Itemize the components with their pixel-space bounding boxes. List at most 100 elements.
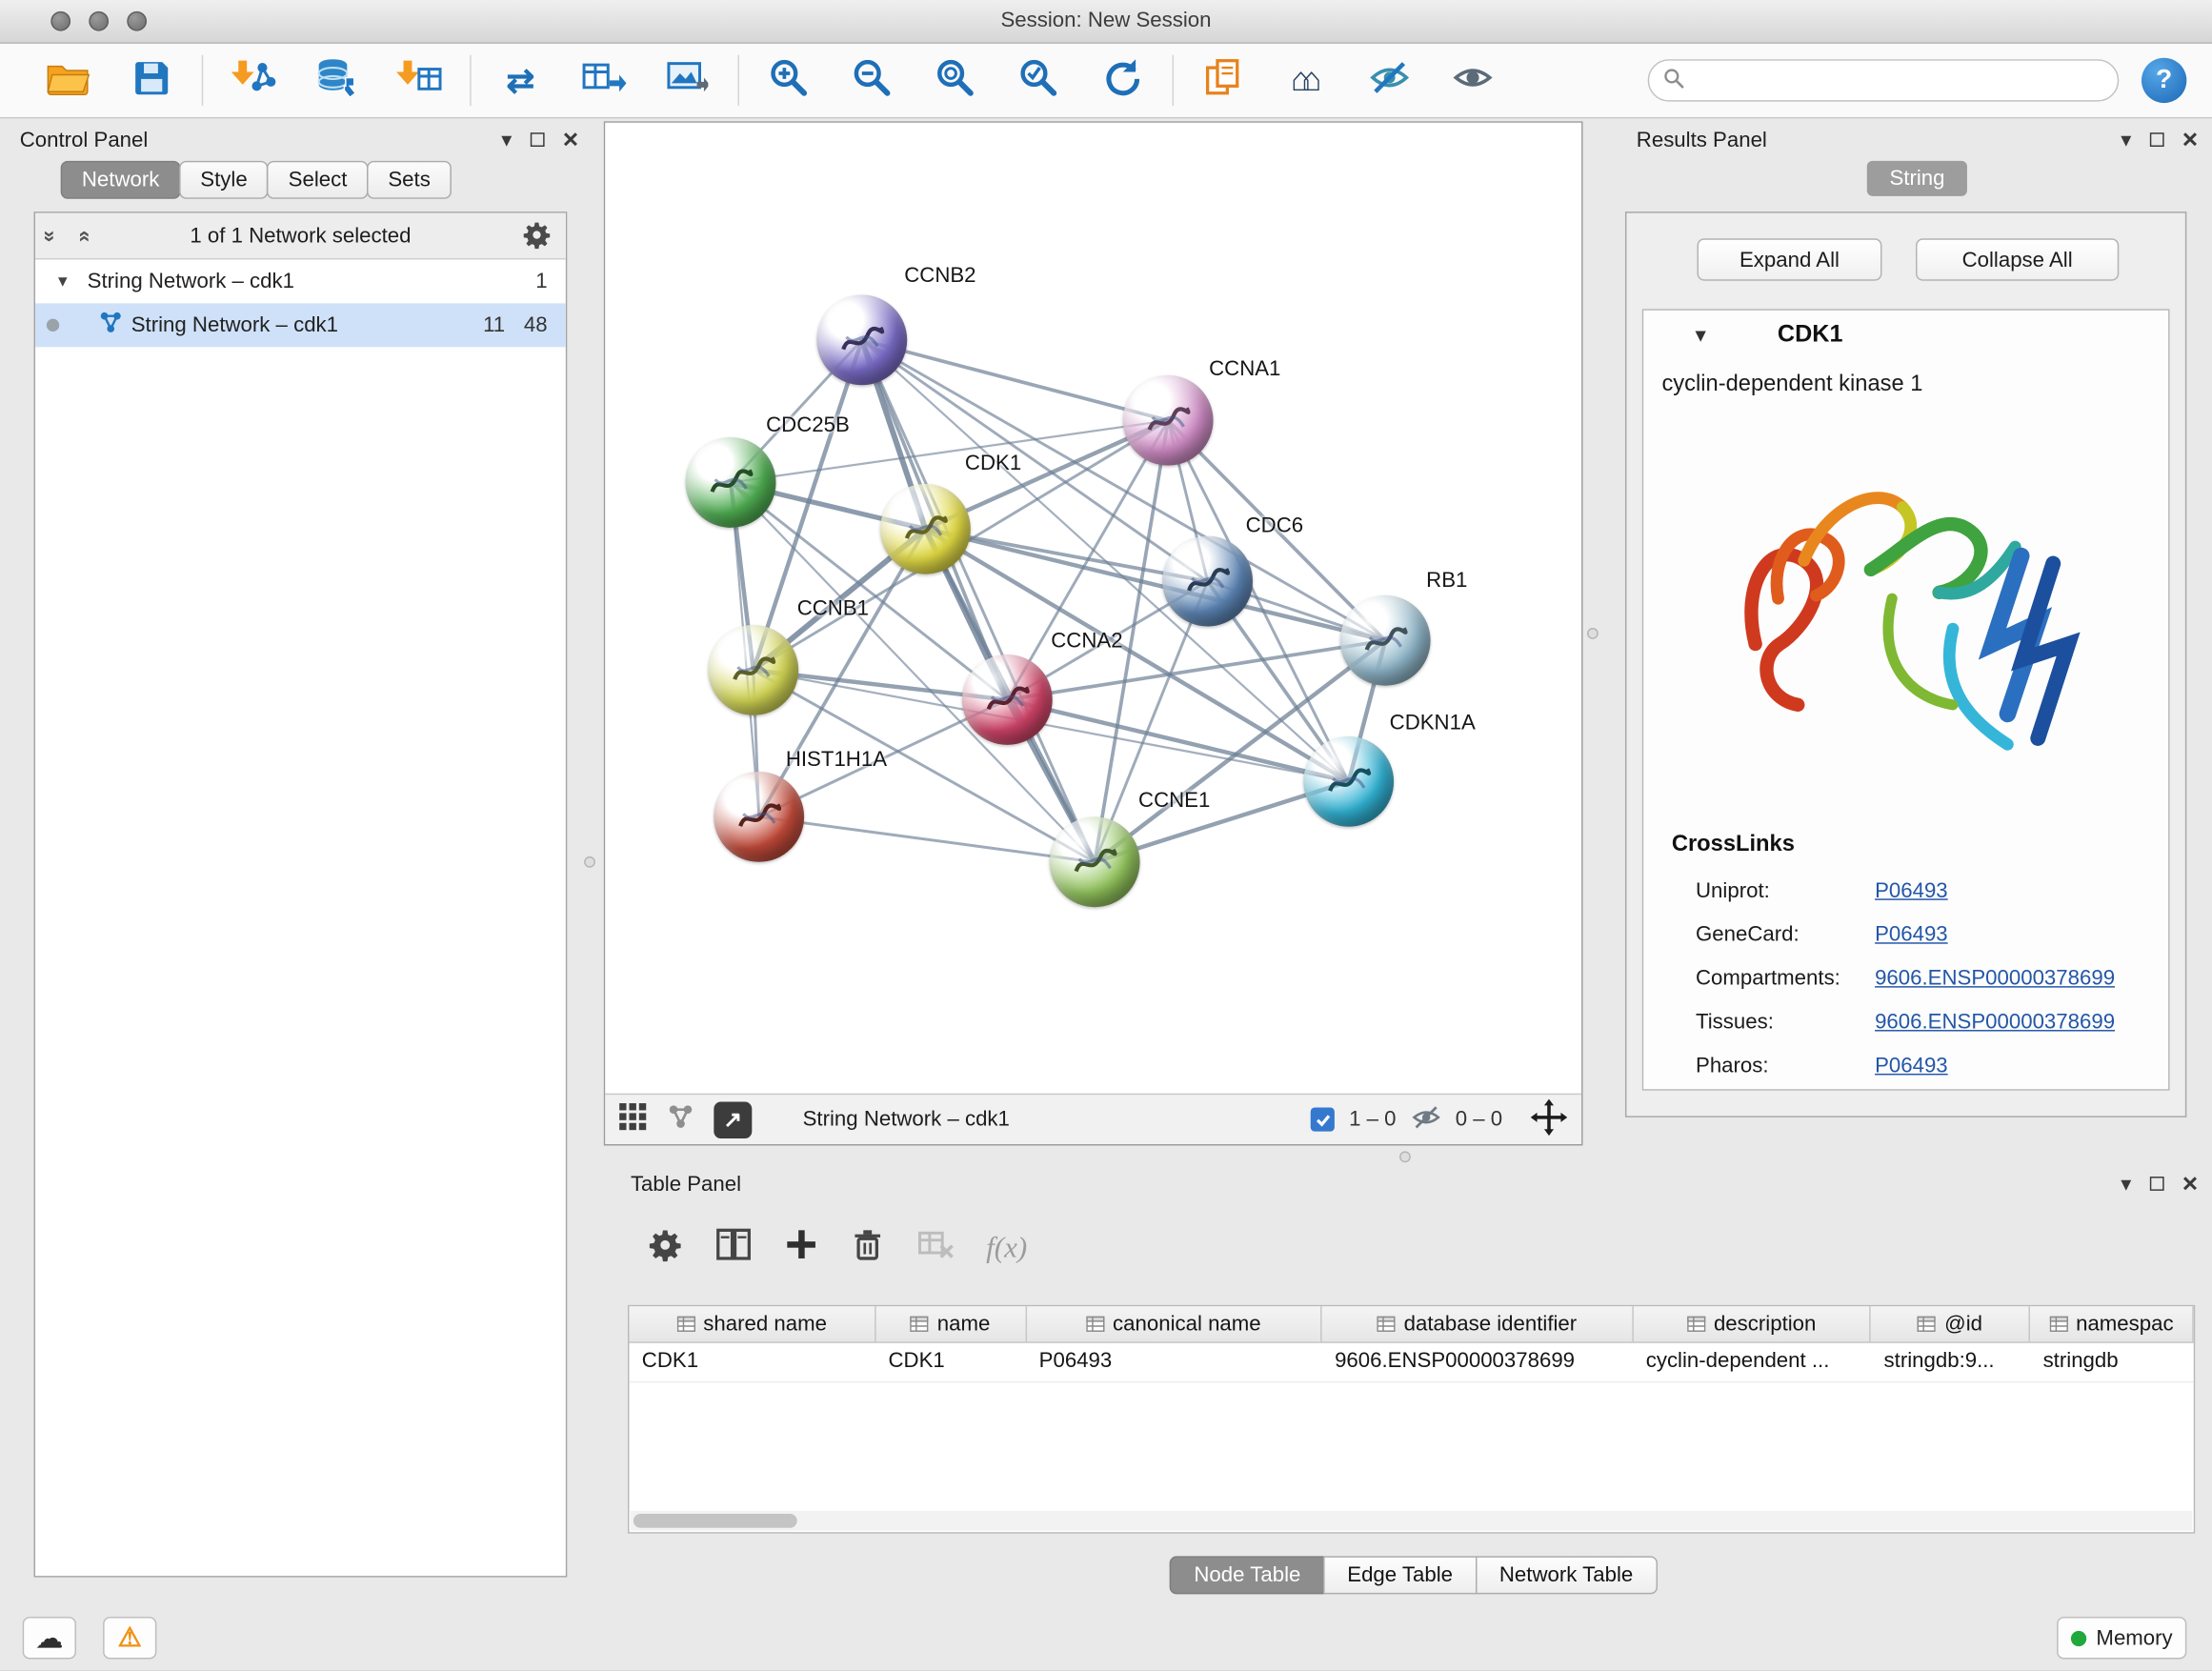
network-node[interactable] <box>962 654 1053 745</box>
float-panel-icon[interactable]: ▾ <box>501 129 512 150</box>
show-graphics-button[interactable] <box>1446 52 1499 109</box>
save-session-button[interactable] <box>124 52 177 109</box>
crosslink-value-link[interactable]: 9606.ENSP00000378699 <box>1875 966 2115 990</box>
tab-edge-table[interactable]: Edge Table <box>1323 1556 1477 1594</box>
maximize-panel-icon[interactable] <box>531 132 545 147</box>
search-field[interactable] <box>1648 59 2120 101</box>
new-network-button[interactable]: ⇄ <box>493 52 547 109</box>
copy-document-button[interactable] <box>1196 52 1250 109</box>
tab-style[interactable]: Style <box>179 161 269 199</box>
table-settings-gear-icon[interactable] <box>648 1227 683 1268</box>
crosslink-value-link[interactable]: P06493 <box>1875 879 1948 903</box>
network-node[interactable] <box>1303 736 1394 827</box>
zoom-fit-button[interactable] <box>928 52 981 109</box>
tab-node-table[interactable]: Node Table <box>1170 1556 1324 1594</box>
column-header[interactable]: shared name <box>629 1306 875 1341</box>
selected-checkbox-icon[interactable] <box>1311 1107 1335 1131</box>
maximize-panel-icon[interactable] <box>2150 1177 2164 1191</box>
open-session-button[interactable] <box>41 52 94 109</box>
network-canvas[interactable]: CCNB2 CCNA1 CDC25B CDK1 CDC6 <box>605 123 1581 1094</box>
memory-button[interactable]: Memory <box>2057 1617 2186 1659</box>
network-collection-row[interactable]: ▼ String Network – cdk1 1 <box>35 259 566 303</box>
collapse-all-chevrons-icon[interactable]: » <box>37 230 61 241</box>
add-column-plus-icon[interactable] <box>784 1227 818 1266</box>
splitter-handle[interactable] <box>1399 1151 1411 1162</box>
share-view-icon[interactable] <box>667 1103 694 1136</box>
expand-all-button[interactable]: Expand All <box>1697 238 1881 280</box>
cloud-button[interactable]: ☁ <box>23 1617 76 1659</box>
section-header[interactable]: ▼ CDK1 <box>1643 311 2168 361</box>
column-header[interactable]: database identifier <box>1322 1306 1634 1341</box>
scrollbar-thumb[interactable] <box>633 1514 797 1528</box>
network-row[interactable]: String Network – cdk1 11 48 <box>35 303 566 347</box>
import-network-file-button[interactable] <box>226 52 279 109</box>
network-node[interactable] <box>708 625 798 715</box>
network-options-gear-icon[interactable] <box>522 220 552 255</box>
column-header[interactable]: description <box>1633 1306 1871 1341</box>
search-input[interactable] <box>1693 68 2103 93</box>
tab-network[interactable]: Network <box>61 161 181 199</box>
grid-view-icon[interactable] <box>619 1102 648 1137</box>
home-button[interactable]: ⌂⌂ <box>1279 52 1333 109</box>
open-in-new-window-button[interactable]: ↗ <box>714 1101 752 1138</box>
network-node[interactable] <box>1340 595 1431 686</box>
tab-select[interactable]: Select <box>267 161 368 199</box>
horizontal-scrollbar[interactable] <box>631 1511 2192 1531</box>
close-panel-icon[interactable]: × <box>2182 1170 2198 1197</box>
table-cell[interactable]: stringdb:9... <box>1871 1343 2030 1381</box>
import-table-button[interactable] <box>392 52 446 109</box>
table-cell[interactable]: CDK1 <box>629 1343 875 1381</box>
network-node[interactable] <box>714 772 804 862</box>
maximize-panel-icon[interactable] <box>2150 132 2164 147</box>
network-node[interactable] <box>1050 816 1140 907</box>
hidden-eye-slash-icon[interactable] <box>1410 1102 1441 1137</box>
disclosure-triangle-icon[interactable]: ▼ <box>1692 325 1710 346</box>
collapse-all-button[interactable]: Collapse All <box>1916 238 2119 280</box>
column-header[interactable]: name <box>875 1306 1026 1341</box>
string-tab[interactable]: String <box>1867 161 1967 196</box>
export-image-button[interactable] <box>660 52 714 109</box>
tab-network-table[interactable]: Network Table <box>1476 1556 1658 1594</box>
refresh-layout-button[interactable] <box>1095 52 1148 109</box>
network-from-table-button[interactable] <box>577 52 631 109</box>
function-builder-icon[interactable]: f(x) <box>986 1230 1027 1265</box>
table-cell[interactable]: P06493 <box>1026 1343 1321 1381</box>
close-panel-icon[interactable]: × <box>2182 127 2198 153</box>
disclosure-triangle-icon[interactable]: ▼ <box>55 273 70 291</box>
crosslink-value-link[interactable]: 9606.ENSP00000378699 <box>1875 1010 2115 1034</box>
network-node[interactable] <box>816 295 907 386</box>
splitter-handle[interactable] <box>1587 628 1599 639</box>
crosslink-value-link[interactable]: P06493 <box>1875 922 1948 946</box>
pan-crosshair-icon[interactable] <box>1531 1098 1568 1140</box>
tab-sets[interactable]: Sets <box>367 161 452 199</box>
warnings-button[interactable]: ⚠ <box>103 1617 156 1659</box>
expand-all-chevrons-icon[interactable]: « <box>73 230 97 241</box>
zoom-selected-button[interactable] <box>1012 52 1065 109</box>
table-row[interactable]: CDK1CDK1P064939606.ENSP00000378699cyclin… <box>629 1343 2193 1382</box>
zoom-out-button[interactable] <box>845 52 898 109</box>
network-node[interactable] <box>1123 375 1214 466</box>
network-nodes[interactable]: CCNB2 CCNA1 CDC25B CDK1 CDC6 <box>605 123 1581 1094</box>
table-cell[interactable]: CDK1 <box>875 1343 1026 1381</box>
splitter-handle[interactable] <box>584 856 595 868</box>
help-button[interactable]: ? <box>2142 58 2186 103</box>
column-header[interactable]: @id <box>1871 1306 2030 1341</box>
crosslink-value-link[interactable]: P06493 <box>1875 1054 1948 1077</box>
delete-column-trash-icon[interactable] <box>851 1227 885 1268</box>
zoom-in-button[interactable] <box>762 52 815 109</box>
network-node[interactable] <box>880 484 971 574</box>
network-node[interactable] <box>686 437 776 528</box>
column-header[interactable]: namespac <box>2030 1306 2193 1341</box>
table-cell[interactable]: stringdb <box>2030 1343 2193 1381</box>
close-panel-icon[interactable]: × <box>563 127 578 153</box>
control-panel-title: Control Panel <box>20 128 149 151</box>
float-panel-icon[interactable]: ▾ <box>2121 1173 2131 1194</box>
table-cell[interactable]: 9606.ENSP00000378699 <box>1322 1343 1634 1381</box>
import-network-database-button[interactable] <box>309 52 362 109</box>
hide-graphics-button[interactable] <box>1363 52 1417 109</box>
column-header[interactable]: canonical name <box>1026 1306 1321 1341</box>
table-cell[interactable]: cyclin-dependent ... <box>1633 1343 1871 1381</box>
network-node[interactable] <box>1162 536 1253 627</box>
float-panel-icon[interactable]: ▾ <box>2121 129 2131 150</box>
show-columns-icon[interactable] <box>715 1227 753 1266</box>
